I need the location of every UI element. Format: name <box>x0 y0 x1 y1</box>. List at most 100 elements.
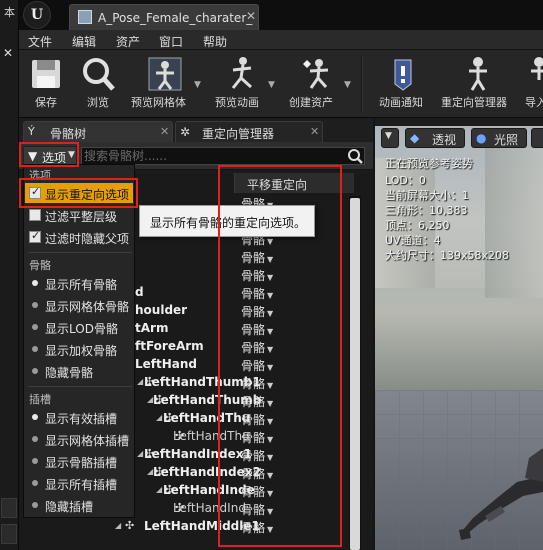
tab-skeleton-tree[interactable]: Ý 骨骼树 ✕ <box>23 121 173 142</box>
viewport-background <box>485 148 543 298</box>
save-icon <box>32 60 60 88</box>
radio-icon <box>32 458 38 464</box>
lit-button[interactable]: ● 光照 <box>471 128 527 148</box>
bone-name: ftForeArm <box>135 339 204 353</box>
expand-arrow-icon[interactable]: ◢ <box>137 377 143 386</box>
menu-bar: 文件 编辑 资产 窗口 帮助 <box>19 30 543 50</box>
menu-item-show-all-sockets[interactable]: 显示所有插槽 <box>25 473 133 493</box>
menu-item-show-skeleton-sockets[interactable]: 显示骨骼插槽 <box>25 451 133 471</box>
browse-label: 浏览 <box>87 96 109 109</box>
menu-item-filter-hierarchy[interactable]: 过滤平整层级 <box>25 205 133 225</box>
menu-edit[interactable]: 编辑 <box>72 33 96 50</box>
menu-item-hide-sockets[interactable]: 隐藏插槽 <box>25 495 133 515</box>
menu-window[interactable]: 窗口 <box>159 33 183 50</box>
perspective-button[interactable]: ◆ 透视 <box>405 128 465 148</box>
menu-item-label: 显示网格体骨骼 <box>45 300 130 314</box>
menu-section-bones: 骨骼 <box>29 259 51 272</box>
menu-item-show-mesh-bones[interactable]: 显示网格体骨骼 <box>25 295 133 315</box>
menu-item-label: 显示LOD骨骼 <box>45 322 118 336</box>
menu-item-label: 显示有效插槽 <box>45 412 118 426</box>
menu-item-label: 过滤时隐藏父项 <box>45 232 130 246</box>
menu-item-label: 过滤平整层级 <box>45 210 118 224</box>
menu-item-label: 显示所有骨骼 <box>45 278 118 292</box>
bone-name: tArm <box>135 321 169 335</box>
preview-viewport[interactable]: ▼ ◆ 透视 ● 光照 正在预览参考姿势 LOD：0 当前屏幕大小：1 三角形：… <box>375 118 543 550</box>
menu-item-show-mesh-sockets[interactable]: 显示网格体插槽 <box>25 429 133 449</box>
expand-arrow-icon[interactable]: ◢ <box>156 413 162 422</box>
import-figure-icon <box>531 57 543 80</box>
viewport-info-line: 大约尺寸：139x58x208 <box>385 249 510 262</box>
viewport-info-line: UV通道：4 <box>385 234 441 247</box>
radio-icon <box>32 280 38 286</box>
mesh-figure-icon <box>148 57 182 91</box>
save-button[interactable]: 保存 <box>25 50 67 118</box>
anim-notify-button[interactable]: 动画通知 <box>375 50 431 118</box>
menu-file[interactable]: 文件 <box>28 33 52 50</box>
viewport-options-button[interactable]: ▼ <box>381 128 399 148</box>
preview-mesh-button[interactable]: ▼ 预览网格体 <box>127 50 207 118</box>
retarget-manager-button[interactable]: 重定向管理器 <box>439 50 517 118</box>
close-icon[interactable]: ✕ <box>246 9 256 23</box>
menu-item-show-lod-bones[interactable]: 显示LOD骨骼 <box>25 317 133 337</box>
import-label: 导入 <box>525 96 543 109</box>
menu-divider <box>28 252 132 253</box>
scrollbar[interactable] <box>349 196 361 550</box>
checkbox[interactable] <box>29 209 41 221</box>
viewport-info-line: 当前屏幕大小：1 <box>385 189 469 202</box>
create-asset-button[interactable]: ▼ 创建资产 <box>283 50 355 118</box>
radio-icon <box>32 324 38 330</box>
menu-item-filter-hidden-parents[interactable]: 过滤时隐藏父项 <box>25 227 133 247</box>
document-tab[interactable]: A_Pose_Female_charater_ ✕ <box>69 4 259 30</box>
menu-item-show-active-sockets[interactable]: 显示有效插槽 <box>25 407 133 427</box>
scrollbar-thumb[interactable] <box>350 198 360 550</box>
retarget-manager-label: 重定向管理器 <box>441 96 507 109</box>
perspective-cube-icon: ◆ <box>410 131 420 145</box>
expand-arrow-icon[interactable]: ◢ <box>115 521 121 530</box>
tab-retarget-manager-label: 重定向管理器 <box>202 127 275 141</box>
menu-item-show-all-bones[interactable]: 显示所有骨骼 <box>25 273 133 293</box>
left-strip-button[interactable] <box>1 498 17 518</box>
running-figure-icon <box>231 57 253 89</box>
menu-help[interactable]: 帮助 <box>203 33 227 50</box>
close-icon[interactable]: ✕ <box>160 125 169 138</box>
search-input[interactable] <box>82 148 342 164</box>
notify-icon <box>394 59 412 91</box>
close-icon[interactable]: ✕ <box>310 125 319 138</box>
preview-anim-button[interactable]: ▼ 预览动画 <box>211 50 277 118</box>
skeleton-asset-icon <box>78 10 92 24</box>
expand-arrow-icon[interactable]: ◢ <box>137 449 143 458</box>
bone-icon: ✣ <box>125 519 135 532</box>
menu-asset[interactable]: 资产 <box>116 33 140 50</box>
radio-icon <box>32 302 38 308</box>
chevron-down-icon[interactable]: ▼ <box>268 80 275 90</box>
anim-notify-label: 动画通知 <box>379 96 423 109</box>
menu-item-hide-bones[interactable]: 隐藏骨骼 <box>25 361 133 381</box>
search-box <box>81 147 365 165</box>
preview-anim-label: 预览动画 <box>215 96 259 109</box>
chevron-down-icon[interactable]: ▼ <box>344 80 351 90</box>
tab-retarget-manager[interactable]: ✲ 重定向管理器 ✕ <box>175 121 323 142</box>
retarget-tab-icon: ✲ <box>180 125 191 139</box>
menu-section-sockets: 插槽 <box>29 393 51 406</box>
annotation-box-column <box>218 165 342 547</box>
expand-arrow-icon[interactable]: ◢ <box>156 485 162 494</box>
viewport-tab-strip <box>375 118 543 126</box>
chevron-down-icon[interactable]: ▼ <box>194 80 201 90</box>
radio-icon <box>32 502 38 508</box>
radio-icon <box>32 346 38 352</box>
annotation-box-retarget-option <box>19 178 138 208</box>
options-menu: 选项 显示重定向选项 过滤平整层级 过滤时隐藏父项 骨骼 显示所有骨骼 显示网格… <box>23 164 135 518</box>
menu-item-show-weighted-bones[interactable]: 显示加权骨骼 <box>25 339 133 359</box>
browse-button[interactable]: 浏览 <box>75 50 121 118</box>
left-strip-button[interactable] <box>1 524 17 544</box>
import-button[interactable]: 导入 <box>521 50 543 118</box>
viewport-info-line: 三角形：10,383 <box>385 204 468 217</box>
lit-sphere-icon: ● <box>476 131 487 145</box>
checkbox[interactable] <box>29 229 41 243</box>
left-strip: 本 ✕ <box>0 0 19 550</box>
search-icon[interactable] <box>347 148 363 164</box>
bone-name: d <box>135 285 144 299</box>
close-icon[interactable]: ✕ <box>3 46 13 60</box>
viewport-info-line: 顶点：6,250 <box>385 219 450 232</box>
viewport-more-button[interactable] <box>531 128 543 148</box>
